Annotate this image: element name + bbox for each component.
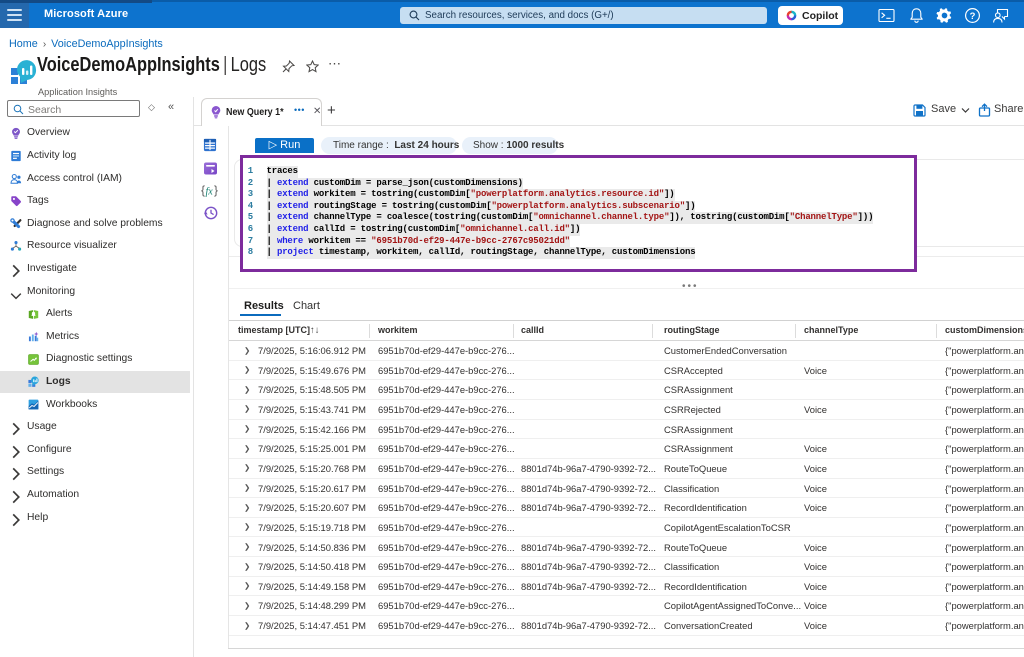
svg-text:}: }	[214, 183, 218, 197]
svg-text:?: ?	[970, 11, 976, 22]
svg-text:{: {	[201, 183, 205, 197]
svg-text:fx: fx	[206, 187, 214, 198]
